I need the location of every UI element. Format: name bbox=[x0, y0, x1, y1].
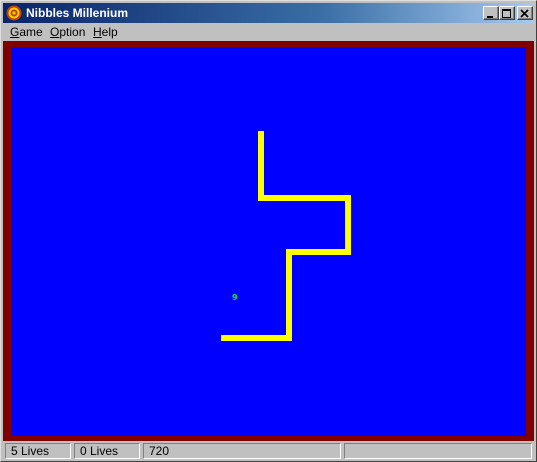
close-button[interactable] bbox=[517, 6, 533, 20]
food-number: 9 bbox=[232, 293, 238, 302]
title-bar[interactable]: Nibbles Millenium bbox=[3, 3, 534, 23]
snake bbox=[221, 131, 351, 341]
minimize-button[interactable] bbox=[483, 6, 499, 20]
player2-lives: 0 Lives bbox=[74, 443, 140, 459]
game-window: Nibbles Millenium Game Option Help 9 5 L… bbox=[0, 0, 537, 462]
minimize-icon bbox=[487, 16, 493, 18]
score-display: 720 bbox=[143, 443, 341, 459]
window-title: Nibbles Millenium bbox=[26, 6, 129, 20]
menu-option-rest: ption bbox=[59, 25, 86, 39]
game-board[interactable]: 9 bbox=[11, 47, 526, 436]
close-icon bbox=[520, 9, 529, 18]
menu-game[interactable]: Game bbox=[10, 25, 43, 39]
maximize-button[interactable] bbox=[499, 6, 515, 20]
board-border: 9 bbox=[3, 41, 534, 441]
player1-lives: 5 Lives bbox=[5, 443, 71, 459]
status-empty-panel bbox=[344, 443, 532, 459]
menu-game-rest: ame bbox=[19, 25, 43, 39]
board-canvas: 9 bbox=[221, 131, 351, 341]
menu-help-mnemonic: H bbox=[93, 25, 102, 39]
status-bar: 5 Lives 0 Lives 720 bbox=[3, 442, 534, 461]
maximize-icon bbox=[502, 9, 511, 18]
menu-option-mnemonic: O bbox=[50, 25, 60, 39]
menu-bar: Game Option Help bbox=[3, 23, 534, 41]
menu-option[interactable]: Option bbox=[50, 25, 85, 39]
target-icon[interactable] bbox=[6, 5, 22, 21]
menu-game-mnemonic: G bbox=[10, 25, 20, 39]
menu-help[interactable]: Help bbox=[93, 25, 118, 39]
menu-help-rest: elp bbox=[101, 25, 118, 39]
